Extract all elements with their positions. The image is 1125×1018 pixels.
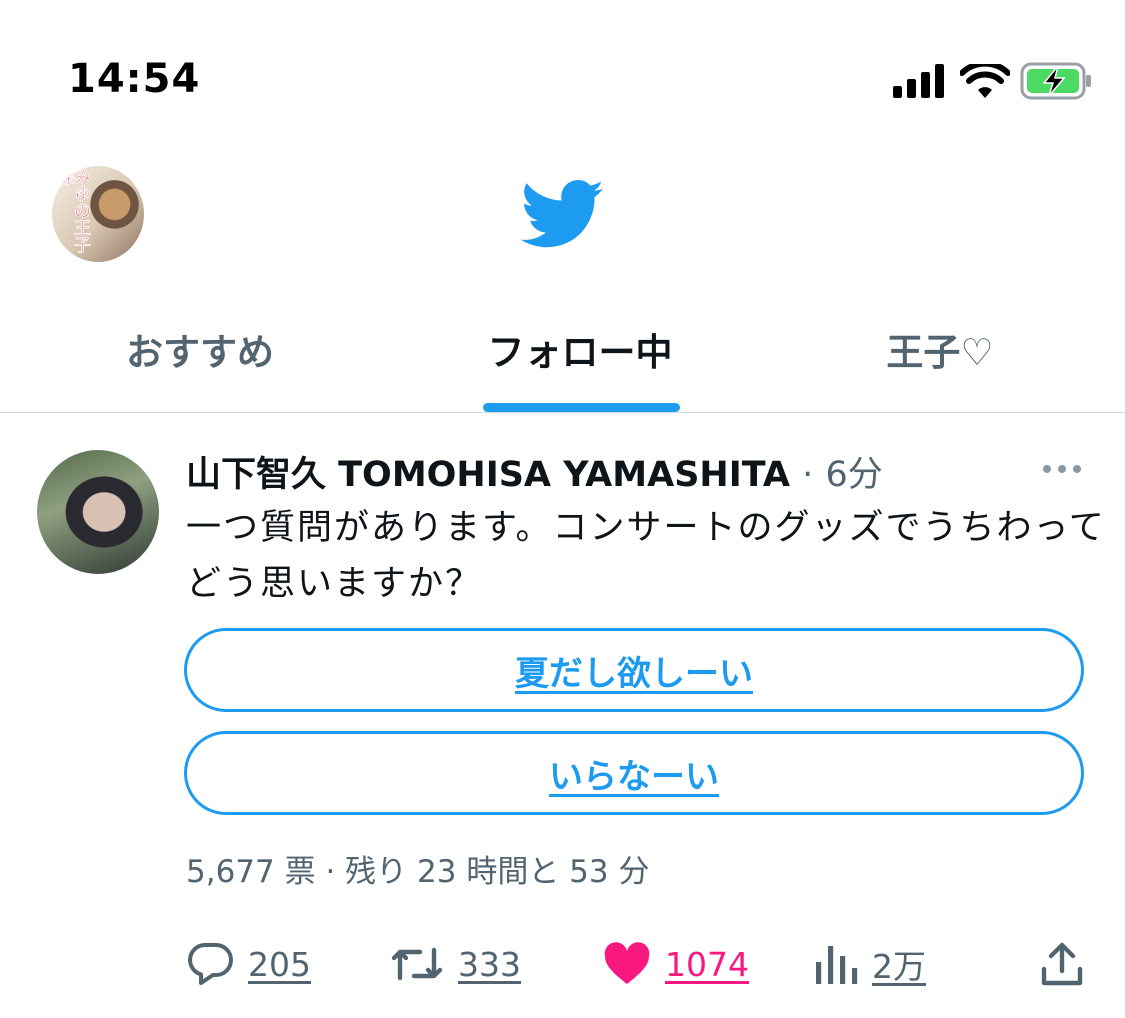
battery-charging-icon	[1020, 62, 1091, 100]
retweet-count: 333	[458, 944, 521, 984]
reply-icon	[188, 943, 233, 985]
share-upload-icon	[1041, 942, 1083, 986]
retweet-button[interactable]: 333	[390, 940, 521, 988]
profile-avatar[interactable]: みゆの王子様	[52, 166, 144, 262]
more-options-icon[interactable]	[1040, 462, 1084, 476]
wifi-icon	[960, 64, 1010, 98]
cellular-signal-icon	[893, 64, 944, 98]
tweet-text: 一つ質問があります。コンサートのグッズでうちわってどう思いますか？	[186, 508, 1106, 604]
poll-status: 5,677 票 · 残り 23 時間と 53 分	[186, 854, 650, 890]
views-button[interactable]: 2万	[814, 940, 926, 988]
tab-recommended[interactable]: おすすめ	[80, 322, 320, 412]
author-name[interactable]: 山下智久 TOMOHISA YAMASHITA	[186, 455, 790, 495]
poll-option-button[interactable]: 夏だし欲しーい	[184, 628, 1084, 712]
like-button[interactable]: 1074	[603, 940, 749, 988]
heart-filled-icon	[604, 942, 650, 984]
share-button[interactable]	[1040, 940, 1098, 988]
tab-following[interactable]: フォロー中	[440, 322, 720, 412]
twitter-bird-logo-icon[interactable]	[520, 180, 606, 250]
separator-dot: ·	[802, 455, 814, 495]
poll-option-button[interactable]: いらなーい	[184, 731, 1084, 815]
like-count: 1074	[665, 944, 749, 984]
view-count: 2万	[872, 947, 926, 986]
author-avatar[interactable]	[37, 450, 159, 574]
retweet-icon	[391, 947, 443, 981]
status-time: 14:54	[68, 56, 201, 102]
poll-option-label: 夏だし欲しーい	[515, 653, 753, 694]
tab-prince-list[interactable]: 王子♡	[840, 322, 1040, 412]
tweet-timestamp[interactable]: 6分	[825, 455, 882, 495]
active-tab-indicator	[483, 403, 680, 412]
tweet-header: 山下智久 TOMOHISA YAMASHITA · 6分	[186, 446, 883, 497]
analytics-bars-icon	[816, 946, 858, 984]
reply-button[interactable]: 205	[186, 940, 311, 988]
tab-divider	[0, 412, 1125, 413]
reply-count: 205	[248, 944, 311, 984]
poll-option-label: いらなーい	[549, 756, 719, 797]
avatar-sticker-text: みゆの王子様	[53, 168, 90, 253]
